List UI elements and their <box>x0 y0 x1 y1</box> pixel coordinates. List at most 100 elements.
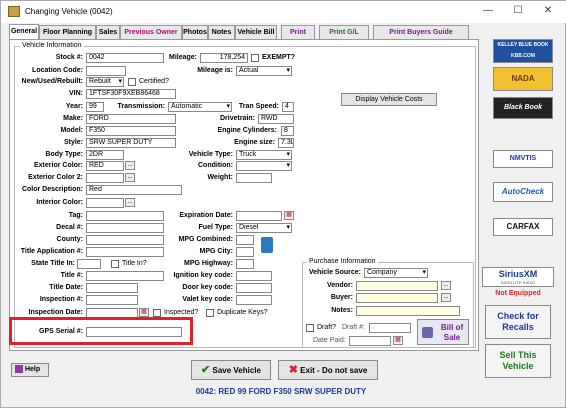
make-label: Make: <box>63 115 83 122</box>
gps-serial-input[interactable] <box>86 327 182 337</box>
interior-color-lookup-button[interactable]: ... <box>125 198 135 207</box>
engine-size-input[interactable]: 7.3L <box>278 138 294 148</box>
inspection-calendar-icon[interactable]: ▦ <box>139 308 149 317</box>
tab-photos[interactable]: Photos <box>182 25 208 39</box>
tab-floor-planning[interactable]: Floor Planning <box>39 25 96 39</box>
tab-notes[interactable]: Notes <box>208 25 235 39</box>
carfax-button[interactable]: CARFAX <box>493 218 553 236</box>
help-button[interactable]: Help <box>11 363 49 377</box>
vendor-label: Vendor: <box>326 282 353 289</box>
mpg-highway-input[interactable] <box>236 259 254 269</box>
tab-general[interactable]: General <box>9 24 39 40</box>
mpg-combined-input[interactable] <box>236 235 254 245</box>
exterior-color-2-lookup-button[interactable]: ... <box>125 173 135 182</box>
vehicle-type-select[interactable]: Truck <box>236 150 292 160</box>
tag-input[interactable] <box>86 211 164 221</box>
black-book-button[interactable]: Black Book <box>493 97 553 119</box>
ignition-key-code-input[interactable] <box>236 271 272 281</box>
mileage-input[interactable]: 178,254 <box>200 53 248 63</box>
exterior-color-input[interactable]: RED <box>86 161 124 171</box>
nmvtis-button[interactable]: NMVTIS <box>493 150 553 168</box>
tab-sales[interactable]: Sales <box>96 25 120 39</box>
color-description-input[interactable]: Red <box>86 185 182 195</box>
year-input[interactable]: 99 <box>86 102 104 112</box>
certified-checkbox[interactable] <box>128 78 136 86</box>
duplicate-keys-checkbox[interactable] <box>206 309 214 317</box>
close-icon[interactable]: ✕ <box>541 4 555 18</box>
style-label: Style: <box>63 139 83 146</box>
bill-of-sale-button[interactable]: Bill of Sale <box>417 319 469 345</box>
title-in-checkbox[interactable] <box>111 260 119 268</box>
exit-label: Exit - Do not save <box>300 366 368 375</box>
valet-key-code-input[interactable] <box>236 295 272 305</box>
nada-button[interactable]: NADA <box>493 67 553 91</box>
vin-input[interactable]: 1FTSF30F9XEB86468 <box>86 89 176 99</box>
vehicle-source-select[interactable]: Company <box>364 268 428 278</box>
tab-print-buyers-guide[interactable]: Print Buyers Guide <box>373 25 469 39</box>
inspection-number-input[interactable] <box>86 295 138 305</box>
weight-input[interactable] <box>236 173 272 183</box>
buyer-input[interactable] <box>356 293 438 303</box>
county-input[interactable] <box>86 235 164 245</box>
inspected-checkbox[interactable] <box>153 309 161 317</box>
expiration-date-input[interactable] <box>236 211 282 221</box>
drivetrain-input[interactable]: RWD <box>258 114 294 124</box>
vendor-lookup-button[interactable]: ... <box>441 281 451 290</box>
location-code-input[interactable] <box>86 66 126 76</box>
mileage-is-select[interactable]: Actual <box>236 66 292 76</box>
decal-input[interactable] <box>86 223 164 233</box>
buyer-lookup-button[interactable]: ... <box>441 293 451 302</box>
date-paid-calendar-icon[interactable]: ▦ <box>393 336 403 345</box>
purchase-notes-input[interactable] <box>356 306 460 316</box>
maximize-icon[interactable]: ☐ <box>511 4 525 18</box>
vendor-input[interactable] <box>356 281 438 291</box>
interior-color-label: Interior Color: <box>36 199 83 206</box>
tab-vehicle-bill[interactable]: Vehicle Bill <box>235 25 277 39</box>
calendar-icon[interactable]: ▦ <box>284 211 294 220</box>
make-input[interactable]: FORD <box>86 114 176 124</box>
tab-print[interactable]: Print <box>281 25 315 39</box>
tran-speed-input[interactable]: 4 <box>282 102 294 112</box>
title-application-label: Title Application #: <box>20 248 83 255</box>
sell-vehicle-button[interactable]: Sell This Vehicle <box>485 344 551 378</box>
body-type-input[interactable]: 2DR <box>86 150 124 160</box>
status-text: 0042: RED 99 FORD F350 SRW SUPER DUTY <box>195 387 367 396</box>
state-title-in-input[interactable] <box>77 259 101 269</box>
draft-number-input[interactable] <box>369 323 411 333</box>
interior-color-input[interactable] <box>86 198 124 208</box>
exterior-color-lookup-button[interactable]: ... <box>125 161 135 170</box>
exit-button[interactable]: ✖ Exit - Do not save <box>278 360 378 380</box>
door-key-code-input[interactable] <box>236 283 272 293</box>
transmission-select[interactable]: Automatic <box>168 102 232 112</box>
siriusxm-logo[interactable]: SiriusXM SATELLITE RADIO <box>482 267 554 287</box>
tab-previous-owner[interactable]: Previous Owner <box>120 25 182 39</box>
kbb-button[interactable]: KELLEY BLUE BOOK KBB.COM <box>493 39 553 63</box>
new-used-rebuilt-select[interactable]: Rebuilt <box>86 77 124 87</box>
condition-select[interactable] <box>236 161 292 171</box>
location-code-label: Location Code: <box>32 67 83 74</box>
door-key-code-label: Door key code: <box>182 284 233 291</box>
tab-print-gl[interactable]: Print G/L <box>319 25 369 39</box>
fuel-type-label: Fuel Type: <box>198 224 233 231</box>
model-input[interactable]: F350 <box>86 126 176 136</box>
bill-of-sale-label: Bill of Sale <box>440 323 464 342</box>
mpg-city-input[interactable] <box>236 247 254 257</box>
tag-label: Tag: <box>68 212 83 219</box>
draft-checkbox[interactable] <box>306 324 314 332</box>
display-vehicle-costs-button[interactable]: Display Vehicle Costs <box>341 93 437 106</box>
title-application-input[interactable] <box>86 247 164 257</box>
exterior-color-2-input[interactable] <box>86 173 124 183</box>
autocheck-button[interactable]: AutoCheck <box>493 182 553 202</box>
minimize-icon[interactable]: — <box>481 4 495 18</box>
style-input[interactable]: SRW SUPER DUTY <box>86 138 176 148</box>
exempt-checkbox[interactable] <box>251 54 259 62</box>
save-vehicle-button[interactable]: ✔ Save Vehicle <box>191 360 271 380</box>
title-number-input[interactable] <box>86 271 164 281</box>
fuel-type-select[interactable]: Diesel <box>236 223 292 233</box>
engine-cylinders-input[interactable]: 8 <box>281 126 294 136</box>
date-paid-input[interactable] <box>349 336 391 346</box>
check-recalls-button[interactable]: Check for Recalls <box>485 305 551 339</box>
title-date-input[interactable] <box>86 283 138 293</box>
siriusxm-sublabel: SATELLITE RADIO <box>500 280 536 285</box>
inspection-date-label: Inspection Date: <box>28 309 83 316</box>
